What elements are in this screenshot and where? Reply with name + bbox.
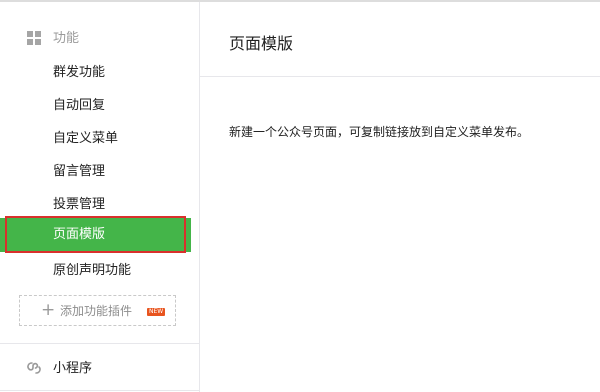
section-header-functions: 功能 — [0, 24, 199, 54]
sidebar-item-custom-menu[interactable]: 自定义菜单 — [0, 122, 191, 155]
add-plugin-button[interactable]: + 添加功能插件 NEW — [19, 295, 176, 326]
sidebar-item-label: 小程序 — [53, 361, 93, 376]
sidebar-item-label: 投票管理 — [53, 197, 106, 212]
sidebar-item-label: 原创声明功能 — [53, 263, 132, 278]
sidebar-item-label: 自动回复 — [53, 98, 106, 113]
sidebar-item-label: 页面模版 — [53, 227, 106, 242]
add-plugin-label: 添加功能插件 — [60, 304, 133, 318]
app-window: 功能 群发功能 自动回复 自定义菜单 留言管理 投票管理 页面模版 原创声明功能… — [0, 0, 600, 392]
sidebar-item-mini-program[interactable]: 小程序 — [0, 354, 199, 384]
sidebar-item-vote-management[interactable]: 投票管理 — [0, 188, 191, 221]
sidebar-item-label: 自定义菜单 — [53, 131, 119, 146]
sidebar-item-page-templates[interactable]: 页面模版 — [0, 218, 191, 252]
sidebar-item-original-declaration[interactable]: 原创声明功能 — [0, 254, 191, 287]
section-title: 功能 — [53, 31, 80, 46]
sidebar-item-auto-reply[interactable]: 自动回复 — [0, 89, 191, 122]
divider — [0, 390, 199, 391]
sidebar-item-comment-management[interactable]: 留言管理 — [0, 155, 191, 188]
grid-icon — [27, 31, 41, 45]
mini-program-icon — [27, 362, 41, 374]
divider — [200, 76, 600, 77]
sidebar-item-mass-send[interactable]: 群发功能 — [0, 56, 191, 89]
sidebar: 功能 群发功能 自动回复 自定义菜单 留言管理 投票管理 页面模版 原创声明功能… — [0, 2, 200, 392]
new-badge: NEW — [147, 308, 166, 316]
page-title: 页面模版 — [229, 34, 294, 53]
sidebar-item-label: 留言管理 — [53, 164, 106, 179]
main-content: 页面模版 新建一个公众号页面，可复制链接放到自定义菜单发布。 — [200, 2, 600, 392]
page-description: 新建一个公众号页面，可复制链接放到自定义菜单发布。 — [229, 125, 530, 139]
divider — [0, 343, 199, 344]
sidebar-item-label: 群发功能 — [53, 65, 106, 80]
plus-icon: + — [41, 300, 56, 320]
